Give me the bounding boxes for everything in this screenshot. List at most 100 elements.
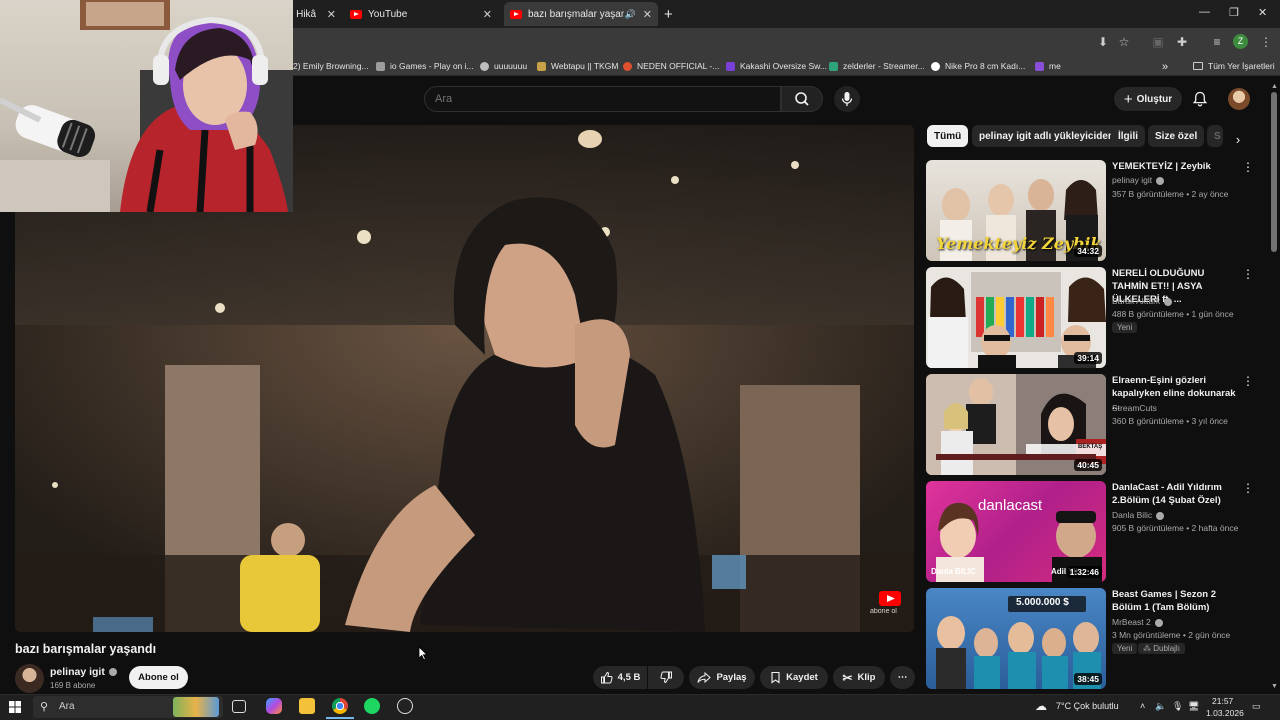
notifications-icon[interactable]: ▭	[1252, 701, 1261, 712]
windows-start-icon[interactable]	[9, 701, 21, 713]
chrome-menu-icon[interactable]: ⋮	[1258, 34, 1274, 50]
channel-name[interactable]: pelinay igit	[50, 666, 117, 678]
more-options-icon[interactable]: ⋮	[1242, 375, 1254, 387]
chrome-icon[interactable]	[332, 698, 348, 714]
profile-avatar[interactable]: Z	[1233, 34, 1248, 49]
close-tab-icon[interactable]: ✕	[327, 8, 336, 21]
minimize-window-icon[interactable]: —	[1199, 6, 1210, 18]
video-thumbnail[interactable]: Yemekteyiz Zeybik 34:32	[926, 160, 1106, 261]
subscribe-watermark-icon	[879, 591, 901, 606]
spotify-icon[interactable]	[364, 698, 380, 714]
video-thumbnail[interactable]: 5.000.000 $ 38:45	[926, 588, 1106, 689]
obs-icon[interactable]	[397, 698, 413, 714]
bookmark-item[interactable]: zelderler - Streamer...	[829, 61, 925, 71]
close-tab-icon[interactable]: ✕	[483, 8, 492, 21]
page-scrollbar[interactable]	[1271, 92, 1277, 252]
bookmark-item[interactable]: uuuuuuu	[480, 61, 527, 71]
recommended-video[interactable]: Yemekteyiz Zeybik 34:32 YEMEKTEYİZ | Zey…	[926, 160, 1256, 261]
subscribe-button[interactable]: Abone ol	[129, 666, 188, 689]
microphone-icon	[841, 92, 853, 106]
network-icon[interactable]: 🖥	[1188, 701, 1199, 712]
chevron-right-icon[interactable]: ›	[1228, 130, 1248, 150]
scroll-up-arrow-icon[interactable]: ▲	[1271, 83, 1278, 90]
chip-from-uploader[interactable]: pelinay igit adlı yükleyiciden	[972, 125, 1122, 147]
more-options-icon[interactable]: ⋮	[1242, 268, 1254, 280]
microphone-tray-icon[interactable]: 🎙	[1172, 701, 1183, 712]
chip-related[interactable]: İlgili	[1111, 125, 1145, 147]
account-avatar[interactable]	[1228, 88, 1250, 110]
install-app-icon[interactable]: ⬇	[1095, 34, 1111, 50]
audio-playing-icon[interactable]: 🔊	[625, 9, 636, 20]
clip-button[interactable]: ✂ Klip	[833, 666, 885, 689]
weather-text[interactable]: 7°C Çok bulutlu	[1056, 701, 1119, 711]
extension-icon[interactable]: ▣	[1150, 34, 1166, 50]
all-bookmarks-folder[interactable]: Tüm Yer İşaretleri	[1193, 61, 1275, 71]
dislike-button[interactable]	[648, 666, 684, 689]
youtube-search-box[interactable]	[424, 86, 781, 112]
more-options-icon[interactable]: ⋮	[1242, 482, 1254, 494]
scroll-down-arrow-icon[interactable]: ▼	[1271, 683, 1278, 690]
save-button[interactable]: Kaydet	[760, 666, 828, 689]
channel-name[interactable]: MrBeast 2	[1112, 617, 1163, 627]
tab-label: YouTube	[368, 8, 408, 20]
volume-icon[interactable]: 🔈	[1155, 701, 1166, 712]
bookmark-item[interactable]: me	[1035, 61, 1061, 71]
video-title[interactable]: Beast Games | Sezon 2 Bölüm 1 (Tam Bölüm…	[1112, 588, 1236, 614]
notifications-bell-icon[interactable]	[1191, 90, 1209, 108]
extensions-puzzle-icon[interactable]: ✚	[1174, 34, 1190, 50]
channel-name[interactable]: StreamCuts	[1112, 403, 1157, 413]
bookmark-star-icon[interactable]: ☆	[1116, 34, 1132, 50]
close-tab-icon[interactable]: ✕	[643, 8, 652, 21]
new-tab-button[interactable]: +	[664, 2, 673, 26]
channel-name[interactable]: Danla Bilic	[1112, 510, 1165, 520]
search-button[interactable]	[781, 86, 823, 112]
restore-window-icon[interactable]: ❐	[1229, 6, 1239, 19]
video-thumbnail[interactable]: danlacast Danla BILIC Adil YIL 1:32:46	[926, 481, 1106, 582]
video-title[interactable]: YEMEKTEYİZ | Zeybik	[1112, 160, 1236, 173]
search-icon	[795, 92, 809, 106]
youtube-favicon-icon	[350, 9, 362, 19]
file-explorer-icon[interactable]	[299, 698, 315, 714]
video-meta: 360 B görüntüleme • 3 yıl önce	[1112, 416, 1228, 426]
bookmark-favicon-icon	[537, 61, 546, 71]
tab-partial[interactable]: r Hikâ ✕	[290, 2, 342, 26]
video-thumbnail[interactable]: 39:14	[926, 267, 1106, 368]
bookmark-item[interactable]: Kakashi Oversize Sw...	[726, 61, 827, 71]
media-controls-icon[interactable]: ≡	[1209, 34, 1225, 50]
clock-date[interactable]: 1.03.2026	[1206, 708, 1244, 718]
chip-partial[interactable]: S	[1207, 125, 1223, 147]
channel-name[interactable]: Burak Aktürk	[1112, 296, 1173, 306]
bookmark-item[interactable]: Nike Pro 8 cm Kadı...	[931, 61, 1025, 71]
bookmarks-overflow-button[interactable]: »	[1162, 61, 1168, 73]
task-view-icon[interactable]	[232, 700, 246, 713]
search-input[interactable]	[425, 87, 780, 111]
taskbar-search-box[interactable]: ⚲ Ara	[33, 696, 223, 718]
voice-search-button[interactable]	[834, 86, 860, 112]
tray-overflow-chevron-icon[interactable]: ˄	[1140, 701, 1145, 711]
share-button[interactable]: Paylaş	[689, 666, 755, 689]
recommended-video[interactable]: 5.000.000 $ 38:45 Beast Games | Sezon 2 …	[926, 588, 1256, 689]
channel-avatar[interactable]	[15, 664, 44, 693]
chip-for-you[interactable]: Size özel	[1148, 125, 1205, 147]
close-window-icon[interactable]: ✕	[1258, 6, 1267, 19]
scissors-icon: ✂	[842, 670, 853, 685]
tab-youtube[interactable]: YouTube ✕	[346, 2, 498, 26]
recommended-video[interactable]: BEKTAŞ 40:45 Elraenn-Eşini gözleri kapal…	[926, 374, 1256, 475]
bookmark-item[interactable]: io Games - Play on i...	[376, 61, 474, 71]
tab-current-video[interactable]: bazı barışmalar yaşandı - Yo 🔊 ✕	[504, 2, 658, 26]
bookmark-item[interactable]: Webtapu || TKGM	[537, 61, 618, 71]
bookmark-item[interactable]: NEDEN OFFICIAL -...	[623, 61, 719, 71]
more-actions-button[interactable]: ⋯	[890, 666, 915, 689]
recommended-video[interactable]: 39:14 NERELİ OLDUĞUNU TAHMİN ET!! | ASYA…	[926, 267, 1256, 368]
clock-time[interactable]: 21:57	[1212, 696, 1233, 706]
chip-all[interactable]: Tümü	[927, 125, 969, 147]
bookmark-item[interactable]: 2) Emily Browning...	[293, 61, 369, 71]
like-button[interactable]: 4,5 B	[593, 666, 647, 689]
more-options-icon[interactable]: ⋮	[1242, 161, 1254, 173]
copilot-icon[interactable]	[266, 698, 282, 714]
video-thumbnail[interactable]: BEKTAŞ 40:45	[926, 374, 1106, 475]
video-title[interactable]: DanlaCast - Adil Yıldırım 2.Bölüm (14 Şu…	[1112, 481, 1236, 507]
recommended-video[interactable]: danlacast Danla BILIC Adil YIL 1:32:46 D…	[926, 481, 1256, 582]
create-button[interactable]: + Oluştur	[1114, 87, 1182, 111]
channel-name[interactable]: pelinay igit	[1112, 175, 1165, 185]
